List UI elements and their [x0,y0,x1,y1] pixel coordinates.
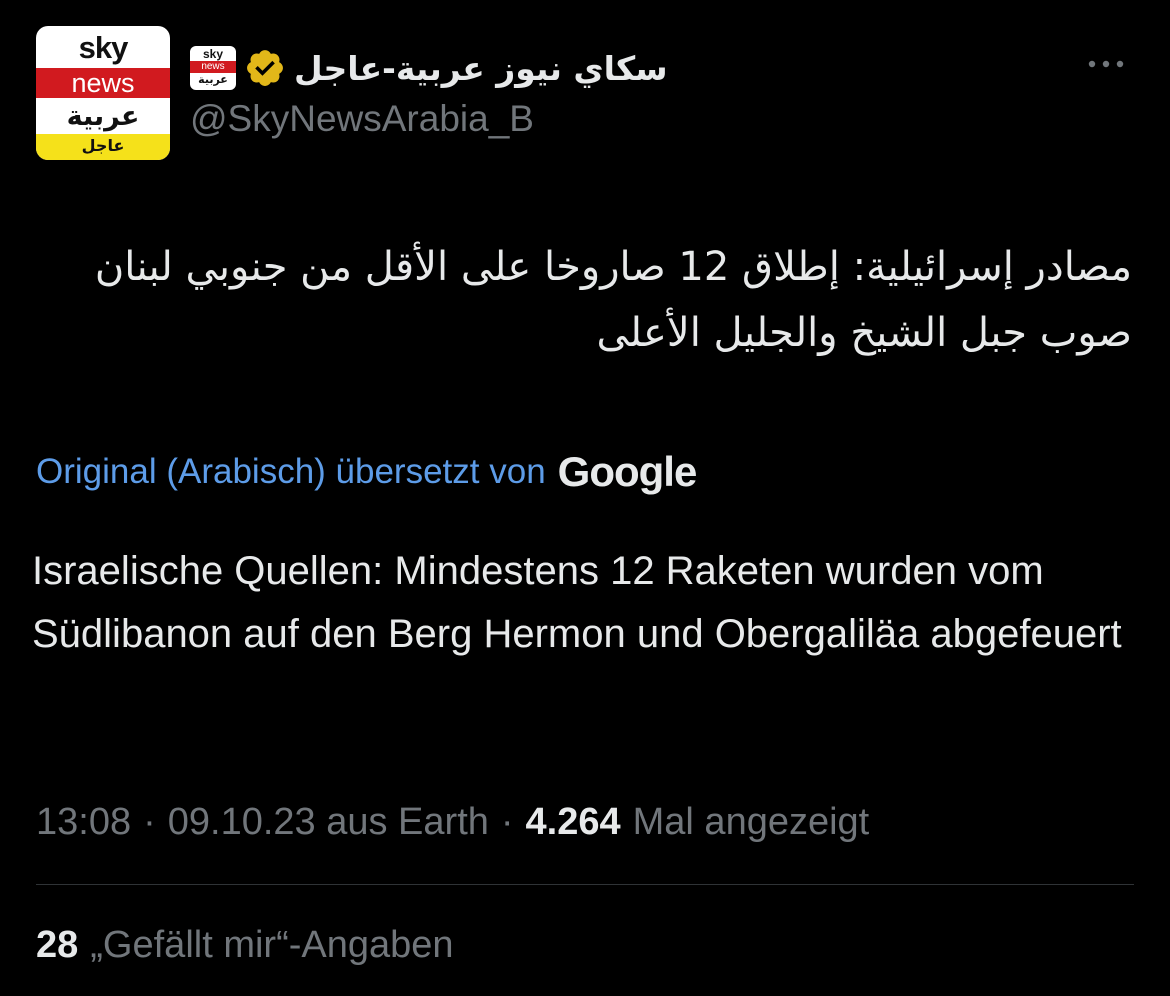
translation-attribution: Original (Arabisch) übersetzt von Google [36,444,698,500]
tweet-text-translated: Israelische Quellen: Mindestens 12 Raket… [32,549,1122,656]
views-count: 4.264 [525,800,621,843]
tweet-source: aus Earth [326,800,489,843]
user-handle[interactable]: @SkyNewsArabia_B [190,98,534,140]
likes-label: „Gefällt mir“-Angaben [90,923,454,966]
avatar[interactable]: sky news عربية عاجل [36,26,170,160]
avatar-logo-sky: sky [78,30,129,65]
google-logo: Google [557,448,698,495]
tweet-date[interactable]: 09.10.23 [168,801,316,844]
translation-link[interactable]: Original (Arabisch) übersetzt von [36,452,546,492]
likes-count: 28 [36,923,79,966]
avatar-logo-news: news [36,68,170,98]
meta-separator: · [500,800,514,843]
tweet-time[interactable]: 13:08 [36,801,131,844]
avatar-logo-band: عاجل [36,134,170,160]
more-options-icon[interactable] [1084,52,1128,76]
likes-stat[interactable]: 28 „Gefällt mir“-Angaben [36,918,454,972]
verified-badge-icon[interactable] [244,47,286,89]
meta-separator: · [143,800,156,843]
avatar-logo-arabic: عربية [66,101,140,131]
display-name[interactable]: سكاي نيوز عربية-عاجل [294,49,668,88]
affiliate-logo-arabic: عربية [198,74,228,86]
name-row: sky news عربية سكاي نيوز عربية-عاجل [190,38,668,98]
views-label: Mal angezeigt [632,800,870,843]
affiliate-logo-sky: sky [202,47,224,61]
tweet-meta: 13:08 · 09.10.23 aus Earth · 4.264 Mal a… [36,796,869,848]
tweet: sky news عربية عاجل sky news عربية سكاي … [0,0,1170,996]
divider [36,884,1134,885]
affiliate-logo[interactable]: sky news عربية [190,46,236,90]
tweet-text-original: مصادر إسرائيلية: إطلاق 12 صاروخا على الأ… [94,244,1132,356]
affiliate-logo-news: news [190,61,236,73]
